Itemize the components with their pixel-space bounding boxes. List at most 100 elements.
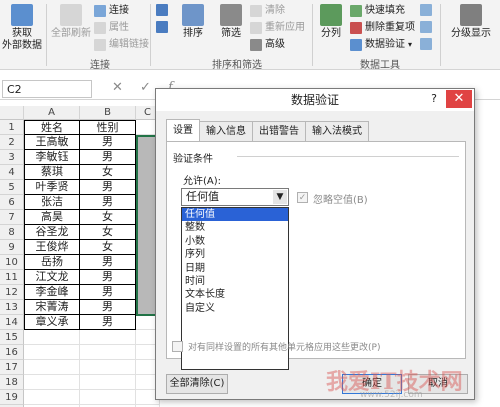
table-cell[interactable]: 男 <box>80 270 136 285</box>
table-cell[interactable]: 女 <box>80 225 136 240</box>
properties-button[interactable]: 属性 <box>94 21 129 35</box>
row-header[interactable]: 13 <box>0 300 24 315</box>
enter-icon[interactable]: ✓ <box>140 80 151 95</box>
row-header[interactable]: 16 <box>0 345 24 360</box>
row-header[interactable]: 1 <box>0 120 24 135</box>
column-header-b[interactable]: B <box>80 106 136 120</box>
filter-button[interactable]: 筛选 <box>214 4 248 40</box>
row-header[interactable]: 15 <box>0 330 24 345</box>
table-cell[interactable]: 男 <box>80 300 136 315</box>
empty-cell[interactable] <box>80 375 136 390</box>
advanced-filter-button[interactable]: 高级 <box>250 38 285 52</box>
allow-select[interactable]: 任何值 ▼ <box>181 188 289 206</box>
empty-cell[interactable] <box>24 390 80 405</box>
row-header[interactable]: 10 <box>0 255 24 270</box>
table-cell[interactable]: 男 <box>80 285 136 300</box>
connections-button[interactable]: 连接 <box>94 4 129 18</box>
row-header[interactable]: 17 <box>0 360 24 375</box>
table-cell[interactable]: 蔡琪 <box>24 165 80 180</box>
flash-fill-button[interactable]: 快速填充 <box>350 4 405 18</box>
help-button[interactable]: ? <box>426 91 442 107</box>
clear-all-button[interactable]: 全部清除(C) <box>166 374 228 394</box>
table-cell[interactable]: 女 <box>80 240 136 255</box>
table-cell[interactable]: 李金峰 <box>24 285 80 300</box>
table-cell[interactable]: 男 <box>80 255 136 270</box>
table-cell[interactable]: 男 <box>80 180 136 195</box>
sort-desc-button[interactable] <box>156 21 168 33</box>
empty-cell[interactable] <box>24 330 80 345</box>
option-list[interactable]: 序列 <box>182 248 288 261</box>
ignore-blank-checkbox[interactable]: ✓ <box>297 192 308 203</box>
table-cell[interactable]: 章义承 <box>24 315 80 330</box>
refresh-all-button[interactable]: 全部刷新 <box>50 4 92 40</box>
row-header[interactable]: 3 <box>0 150 24 165</box>
option-any-value[interactable]: 任何值 <box>182 208 288 222</box>
empty-cell[interactable] <box>80 390 136 405</box>
empty-cell[interactable] <box>80 330 136 345</box>
table-cell[interactable]: 王高敏 <box>24 135 80 150</box>
option-whole-number[interactable]: 整数 <box>182 221 288 234</box>
tab-error-alert[interactable]: 出错警告 <box>252 121 306 141</box>
data-validation-button[interactable]: 数据验证 ▾ <box>350 38 412 52</box>
row-header[interactable]: 2 <box>0 135 24 150</box>
table-cell[interactable]: 王俊烨 <box>24 240 80 255</box>
table-cell[interactable]: 男 <box>80 135 136 150</box>
empty-cell[interactable] <box>80 345 136 360</box>
option-text-length[interactable]: 文本长度 <box>182 288 288 301</box>
row-header[interactable]: 7 <box>0 210 24 225</box>
row-header[interactable]: 4 <box>0 165 24 180</box>
header-cell[interactable]: 性别 <box>80 120 136 135</box>
get-external-data-button[interactable]: 获取 外部数据 <box>2 4 42 52</box>
table-cell[interactable]: 女 <box>80 165 136 180</box>
close-button[interactable]: ✕ <box>446 90 472 108</box>
row-header[interactable]: 12 <box>0 285 24 300</box>
column-header-a[interactable]: A <box>24 106 80 120</box>
table-cell[interactable]: 江文龙 <box>24 270 80 285</box>
row-header[interactable]: 14 <box>0 315 24 330</box>
tab-input-message[interactable]: 输入信息 <box>199 121 253 141</box>
outline-button[interactable]: 分级显示 <box>446 4 496 40</box>
relationships-button[interactable] <box>420 38 432 50</box>
name-box[interactable]: C2 <box>2 80 92 98</box>
table-cell[interactable]: 男 <box>80 315 136 330</box>
empty-cell[interactable] <box>24 375 80 390</box>
edit-links-button[interactable]: 编辑链接 <box>94 38 149 52</box>
table-cell[interactable]: 张洁 <box>24 195 80 210</box>
header-cell[interactable]: 姓名 <box>24 120 80 135</box>
empty-cell[interactable] <box>24 345 80 360</box>
apply-all-checkbox[interactable] <box>172 341 183 352</box>
sort-button[interactable]: 排序 <box>176 4 210 40</box>
option-decimal[interactable]: 小数 <box>182 235 288 248</box>
table-cell[interactable]: 宋菁涛 <box>24 300 80 315</box>
row-header[interactable]: 9 <box>0 240 24 255</box>
row-header[interactable]: 19 <box>0 390 24 405</box>
table-cell[interactable]: 叶季贤 <box>24 180 80 195</box>
row-header[interactable]: 5 <box>0 180 24 195</box>
table-cell[interactable]: 李敏钰 <box>24 150 80 165</box>
chevron-down-icon[interactable]: ▼ <box>273 190 287 204</box>
row-header[interactable]: 8 <box>0 225 24 240</box>
select-all-corner[interactable] <box>0 106 24 120</box>
empty-cell[interactable] <box>80 360 136 375</box>
consolidate-button[interactable] <box>420 4 432 16</box>
empty-cell[interactable] <box>24 360 80 375</box>
remove-duplicates-button[interactable]: 删除重复项 <box>350 21 415 35</box>
option-time[interactable]: 时间 <box>182 275 288 288</box>
table-cell[interactable]: 谷圣龙 <box>24 225 80 240</box>
tab-ime-mode[interactable]: 输入法模式 <box>305 121 369 141</box>
tab-settings[interactable]: 设置 <box>166 119 200 141</box>
row-header[interactable]: 11 <box>0 270 24 285</box>
reapply-button[interactable]: 重新应用 <box>250 21 305 35</box>
row-header[interactable]: 6 <box>0 195 24 210</box>
text-to-columns-button[interactable]: 分列 <box>316 4 346 40</box>
option-date[interactable]: 日期 <box>182 262 288 275</box>
table-cell[interactable]: 男 <box>80 150 136 165</box>
table-cell[interactable]: 高昊 <box>24 210 80 225</box>
row-header[interactable]: 18 <box>0 375 24 390</box>
option-custom[interactable]: 自定义 <box>182 302 288 315</box>
cancel-icon[interactable]: ✕ <box>112 80 123 95</box>
table-cell[interactable]: 女 <box>80 210 136 225</box>
clear-button[interactable]: 清除 <box>250 4 285 18</box>
table-cell[interactable]: 男 <box>80 195 136 210</box>
table-cell[interactable]: 岳扬 <box>24 255 80 270</box>
